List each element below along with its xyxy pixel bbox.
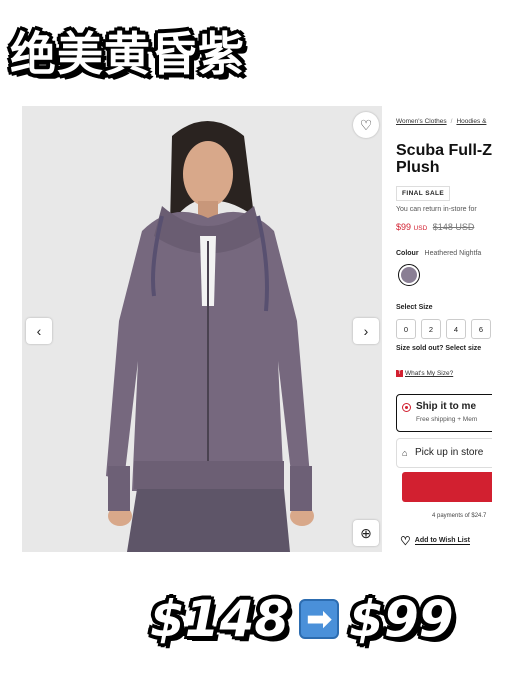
size-tag-icon: T <box>396 370 403 377</box>
pickup-label: Pick up in store <box>415 447 484 458</box>
old-price-caption: $148 <box>150 590 290 648</box>
original-price: $148 USD <box>432 222 475 232</box>
radio-selected-icon <box>402 403 411 412</box>
colour-value: Heathered Nightfa <box>424 250 482 257</box>
product-page-screenshot: ♡ ‹ › ⊕ Women's Clothes / Hoodies & Scuba … <box>22 106 492 552</box>
new-price-caption: $99 <box>349 590 454 648</box>
ship-sub: Free shipping + Mem <box>416 416 478 423</box>
swatch-fill <box>401 267 417 283</box>
size-options: 0 2 4 6 <box>396 319 491 339</box>
wishlist-text: Add to Wish List <box>414 537 470 545</box>
colour-label: Colour <box>396 250 419 257</box>
ship-it-option[interactable]: Ship it to me Free shipping + Mem <box>396 394 492 432</box>
pickup-option[interactable]: ⌂ Pick up in store <box>396 438 492 468</box>
breadcrumb: Women's Clothes / Hoodies & <box>396 118 487 125</box>
zoom-button[interactable]: ⊕ <box>353 520 379 546</box>
whats-my-size-link[interactable]: T What's My Size? <box>396 370 453 377</box>
product-photo: ♡ ‹ › ⊕ <box>22 106 382 552</box>
gallery-prev-button[interactable]: ‹ <box>26 318 52 344</box>
wishlist-heart-button[interactable]: ♡ <box>353 112 379 138</box>
gallery-next-button[interactable]: › <box>353 318 379 344</box>
sold-out-note: Size sold out? Select size <box>396 345 482 352</box>
zoom-in-icon: ⊕ <box>360 524 372 541</box>
heart-outline-icon: ♡ <box>400 534 411 548</box>
product-details-panel: Women's Clothes / Hoodies & Scuba Full-Z P… <box>390 106 492 552</box>
size-0[interactable]: 0 <box>396 319 416 339</box>
size-6[interactable]: 6 <box>471 319 491 339</box>
add-to-bag-button[interactable] <box>402 472 492 502</box>
currency: USD <box>413 225 428 232</box>
product-title: Scuba Full-Z Plush <box>396 142 492 176</box>
select-size-label: Select Size <box>396 304 433 311</box>
add-to-wishlist-link[interactable]: ♡ Add to Wish List <box>400 534 470 548</box>
return-note: You can return in-store for <box>396 206 477 213</box>
arrow-right-icon: ➡ <box>299 599 340 639</box>
final-sale-badge: FINAL SALE <box>396 186 451 201</box>
size-4[interactable]: 4 <box>446 319 466 339</box>
heart-outline-icon: ♡ <box>359 116 373 133</box>
model-illustration <box>22 106 382 552</box>
size-2[interactable]: 2 <box>421 319 441 339</box>
colour-swatch[interactable] <box>398 264 420 286</box>
price-comparison-caption: $148 ➡ $99 <box>150 590 454 648</box>
chevron-right-icon: › <box>363 323 369 339</box>
chevron-left-icon: ‹ <box>36 323 42 339</box>
colour-row: Colour Heathered Nightfa <box>396 250 481 257</box>
ship-label: Ship it to me <box>416 401 476 412</box>
payments-text: 4 payments of $24.7 <box>432 513 487 519</box>
price: $99 USD $148 USD <box>396 222 474 232</box>
sale-price: $99 <box>396 222 412 232</box>
store-icon: ⌂ <box>402 448 408 458</box>
breadcrumb-womens-clothes[interactable]: Women's Clothes <box>396 118 447 125</box>
breadcrumb-hoodies[interactable]: Hoodies & <box>456 118 486 125</box>
headline-caption: 绝美黄昏紫 <box>10 27 245 81</box>
whats-my-size-text: What's My Size? <box>405 370 454 377</box>
